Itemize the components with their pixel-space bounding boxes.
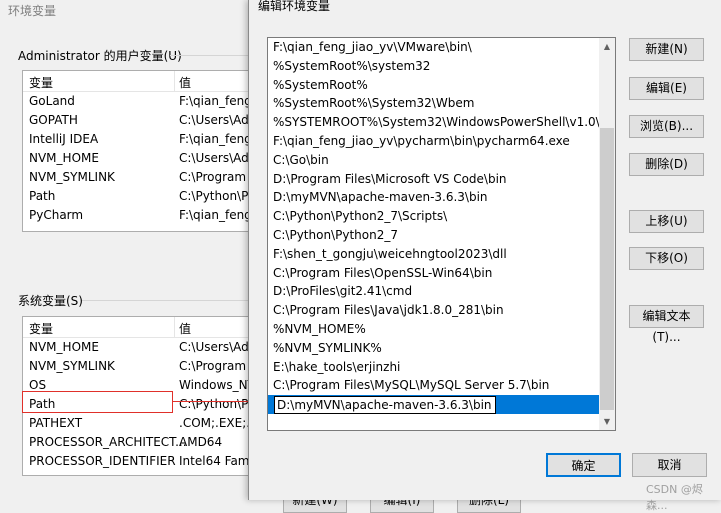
path-items: F:\qian_feng_jiao_yv\VMware\bin\ %System… — [268, 38, 600, 415]
list-item[interactable]: C:\Program Files\Java\jdk1.8.0_281\bin — [268, 301, 599, 320]
list-item[interactable]: F:\qian_feng_jiao_yv\pycharm\bin\pycharm… — [268, 132, 599, 151]
column-header-value[interactable]: 值 — [179, 320, 191, 337]
path-edit-input[interactable]: D:\myMVN\apache-maven-3.6.3\bin — [274, 396, 496, 415]
list-item[interactable]: D:\ProFiles\git2.41\cmd — [268, 282, 599, 301]
delete-button[interactable]: 删除(D) — [629, 153, 704, 176]
list-item[interactable]: %NVM_SYMLINK% — [268, 339, 599, 358]
cancel-button[interactable]: 取消 — [632, 453, 707, 477]
user-variables-group-label: Administrator 的用户变量(U) — [18, 49, 182, 63]
list-item[interactable]: E:\hake_tools\erjinzhi — [268, 358, 599, 377]
list-item[interactable]: %SYSTEMROOT%\System32\WindowsPowerShell\… — [268, 113, 600, 132]
new-button[interactable]: 新建(N) — [629, 38, 704, 61]
list-item[interactable]: %SystemRoot% — [268, 76, 599, 95]
list-item[interactable]: %NVM_HOME% — [268, 320, 599, 339]
list-item[interactable]: C:\Program Files\OpenSSL-Win64\bin — [268, 264, 599, 283]
list-item[interactable]: C:\Go\bin — [268, 151, 599, 170]
column-header-value[interactable]: 值 — [179, 74, 191, 91]
column-header-name[interactable]: 变量 — [29, 320, 53, 337]
list-item[interactable]: %SystemRoot%\System32\Wbem — [268, 94, 599, 113]
edit-environment-variable-dialog: 编辑环境变量 F:\qian_feng_jiao_yv\VMware\bin\ … — [248, 0, 721, 500]
list-item[interactable]: %SystemRoot%\system32 — [268, 57, 599, 76]
list-item-selected[interactable]: D:\myMVN\apache-maven-3.6.3\bin — [268, 395, 599, 415]
edit-text-button[interactable]: 编辑文本(T)... — [629, 305, 704, 344]
edit-button[interactable]: 编辑(E) — [629, 77, 704, 100]
scroll-up-icon[interactable]: ▲ — [599, 38, 615, 55]
path-highlight-box — [22, 391, 173, 413]
dialog-title: 编辑环境变量 — [258, 0, 331, 13]
list-item[interactable]: C:\Program Files\MySQL\MySQL Server 5.7\… — [268, 376, 599, 395]
move-up-button[interactable]: 上移(U) — [629, 210, 704, 233]
system-variables-group-label: 系统变量(S) — [18, 294, 83, 308]
path-entries-list[interactable]: F:\qian_feng_jiao_yv\VMware\bin\ %System… — [267, 37, 616, 431]
list-item[interactable]: D:\myMVN\apache-maven-3.6.3\bin — [268, 188, 599, 207]
window-title: 环境变量 — [8, 4, 57, 18]
browse-button[interactable]: 浏览(B)... — [629, 115, 704, 138]
group-divider — [170, 55, 248, 56]
move-down-button[interactable]: 下移(O) — [629, 247, 704, 270]
group-divider — [82, 300, 248, 301]
list-item[interactable]: D:\Program Files\Microsoft VS Code\bin — [268, 170, 599, 189]
column-header-name[interactable]: 变量 — [29, 74, 53, 91]
scrollbar-thumb[interactable] — [600, 128, 614, 410]
watermark: CSDN @烬森... — [646, 483, 703, 512]
list-item[interactable]: C:\Python\Python2_7 — [268, 226, 599, 245]
vertical-scrollbar[interactable]: ▲ ▼ — [599, 38, 615, 430]
scroll-down-icon[interactable]: ▼ — [599, 413, 615, 430]
list-item[interactable]: C:\Python\Python2_7\Scripts\ — [268, 207, 599, 226]
list-item[interactable]: F:\qian_feng_jiao_yv\VMware\bin\ — [268, 38, 599, 57]
ok-button[interactable]: 确定 — [546, 453, 621, 477]
list-item[interactable]: F:\shen_t_gongju\weicehngtool2023\dll — [268, 245, 599, 264]
